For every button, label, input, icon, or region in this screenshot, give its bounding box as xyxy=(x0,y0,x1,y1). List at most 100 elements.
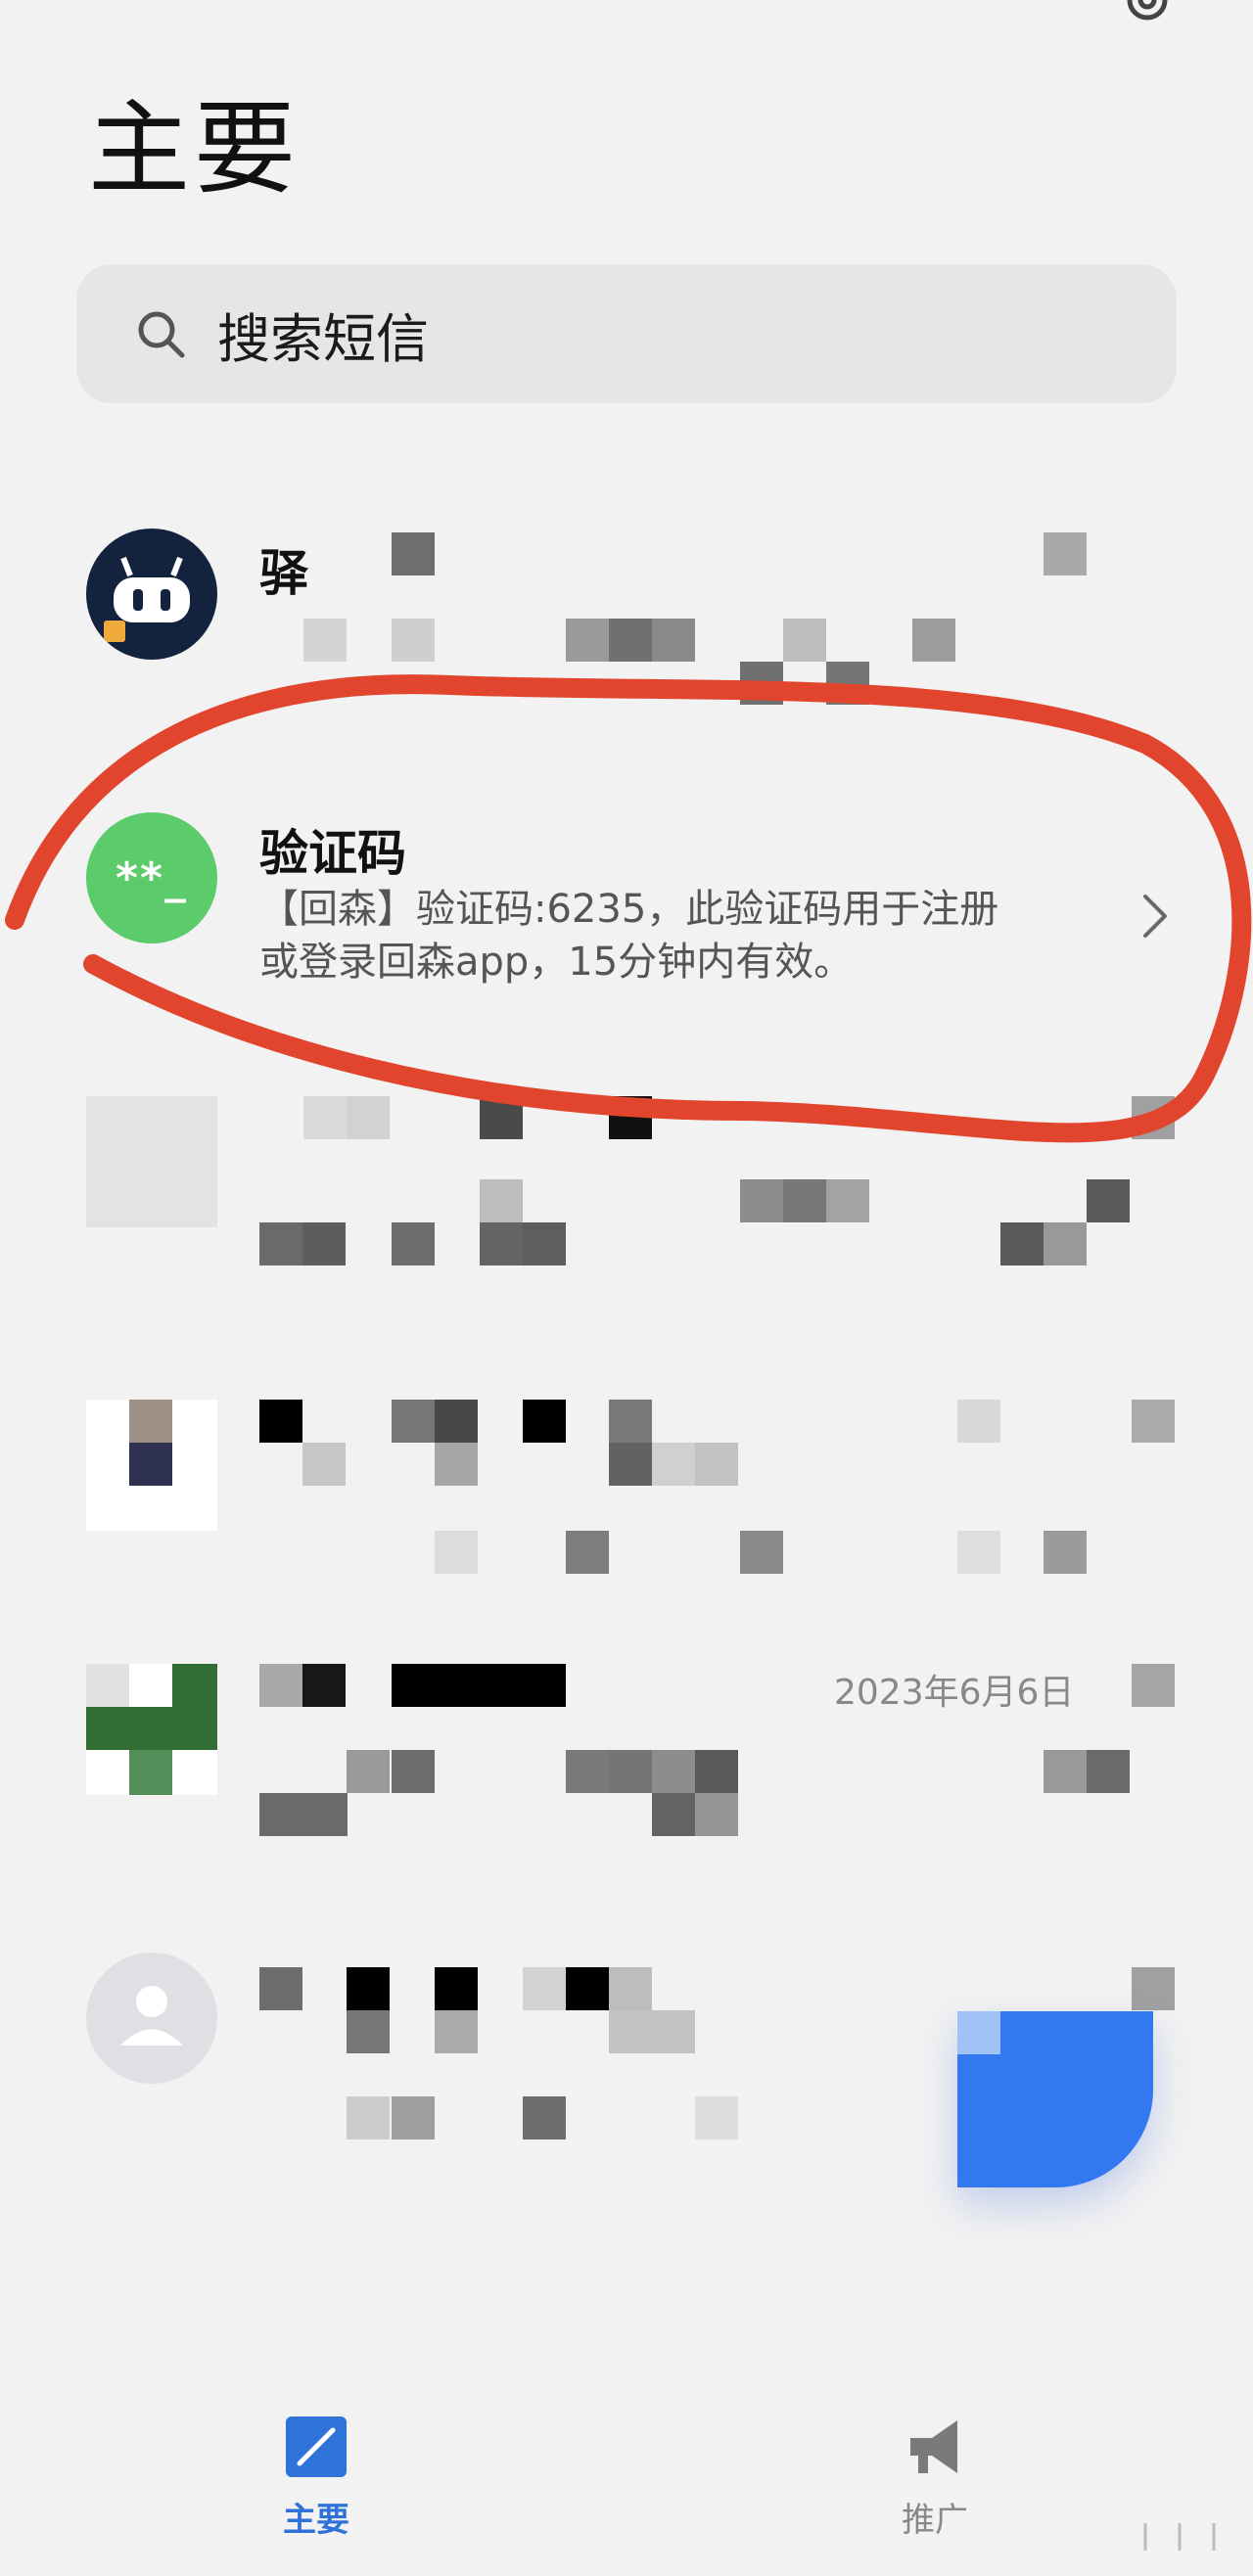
robot-avatar-icon xyxy=(104,556,190,642)
search-placeholder: 搜索短信 xyxy=(217,307,429,370)
redacted-block xyxy=(302,1664,346,1707)
redacted-block xyxy=(1087,1750,1130,1793)
redacted-block xyxy=(302,1443,346,1486)
redacted-block xyxy=(347,2096,390,2139)
redacted-block xyxy=(783,1179,826,1222)
redacted-block xyxy=(435,1531,478,1574)
redacted-block xyxy=(652,1750,695,1793)
redacted-block xyxy=(1044,1531,1087,1574)
redacted-block xyxy=(1044,532,1087,575)
conversation-row[interactable] xyxy=(0,1091,1253,1287)
redacted-block xyxy=(652,1793,695,1836)
redacted-block xyxy=(480,1096,523,1139)
redacted-block xyxy=(1044,1222,1087,1265)
redacted-block xyxy=(392,619,435,662)
nav-tab-promo[interactable]: 推广 xyxy=(837,2413,1033,2541)
redacted-block xyxy=(609,1750,652,1793)
redacted-block xyxy=(259,1664,302,1707)
conversation-preview: 【回森】验证码:6235，此验证码用于注册 或登录回森app，15分钟内有效。 xyxy=(259,883,1101,989)
redacted-block xyxy=(1132,1400,1175,1443)
redacted-block xyxy=(695,1793,738,1836)
redacted-block xyxy=(347,1967,390,2010)
redacted-block xyxy=(259,1967,302,2010)
redacted-block xyxy=(1132,1096,1175,1139)
redacted-block xyxy=(695,1750,738,1793)
nav-label-promo: 推广 xyxy=(902,2501,968,2540)
redacted-block xyxy=(1000,1222,1044,1265)
redacted-block xyxy=(347,2010,390,2053)
redacted-block xyxy=(480,1222,523,1265)
redacted-block xyxy=(652,1443,695,1486)
redacted-block xyxy=(480,1179,523,1222)
redacted-block xyxy=(783,619,826,662)
search-icon xyxy=(138,311,185,358)
avatar xyxy=(86,529,217,660)
search-bar[interactable]: 搜索短信 xyxy=(76,264,1177,403)
system-nav-icon xyxy=(1143,2523,1216,2551)
page-title: 主要 xyxy=(88,89,301,208)
redacted-block xyxy=(957,1531,1000,1574)
conversation-row-verification[interactable]: **_ 验证码 【回森】验证码:6235，此验证码用于注册 或登录回森app，1… xyxy=(0,803,1253,998)
conversation-name: 驿 xyxy=(259,545,308,602)
redacted-block xyxy=(435,1443,478,1486)
avatar-text: **_ xyxy=(115,852,189,903)
redacted-block xyxy=(652,619,695,662)
redacted-block xyxy=(957,1400,1000,1443)
nav-label-main: 主要 xyxy=(283,2501,349,2540)
compose-button-edge xyxy=(957,2011,1000,2054)
bottom-nav: 主要 推广 xyxy=(0,2378,1253,2576)
redacted-block xyxy=(347,1750,390,1793)
redacted-block xyxy=(523,1967,566,2010)
redacted-block xyxy=(566,1750,609,1793)
redacted-block xyxy=(826,662,869,705)
redacted-block xyxy=(392,2096,435,2139)
redacted-block xyxy=(609,2010,695,2053)
redacted-block xyxy=(259,1793,348,1836)
redacted-block xyxy=(609,1096,652,1139)
redacted-block xyxy=(566,1531,609,1574)
redacted-block xyxy=(392,532,435,575)
avatar xyxy=(86,1953,217,2084)
megaphone-icon xyxy=(910,2420,957,2473)
redacted-block xyxy=(523,2096,566,2139)
redacted-block xyxy=(695,1443,738,1486)
redacted-block xyxy=(259,1222,302,1265)
redacted-block xyxy=(740,1531,783,1574)
conversation-row[interactable]: 2023年6月6日 xyxy=(0,1664,1253,1860)
conversation-row[interactable]: 驿 xyxy=(0,509,1253,705)
redacted-block xyxy=(435,1400,478,1443)
avatar: **_ xyxy=(86,812,217,943)
chevron-right-icon xyxy=(1143,895,1167,938)
avatar xyxy=(86,1664,217,1795)
redacted-block xyxy=(259,1400,302,1443)
gear-icon[interactable] xyxy=(1120,0,1175,27)
conversation-row[interactable] xyxy=(0,1400,1253,1595)
redacted-block xyxy=(392,1750,435,1793)
redacted-block xyxy=(435,1967,478,2010)
redacted-block xyxy=(609,1443,652,1486)
redacted-block xyxy=(303,619,347,662)
redacted-block xyxy=(609,1967,652,2010)
nav-tab-main[interactable]: 主要 xyxy=(218,2413,414,2541)
redacted-block xyxy=(392,1222,435,1265)
redacted-block xyxy=(566,1967,609,2010)
redacted-block xyxy=(347,1096,390,1139)
person-icon xyxy=(120,1986,183,2046)
redacted-block xyxy=(1132,1664,1175,1707)
redacted-block xyxy=(392,1400,435,1443)
conversation-date: 2023年6月6日 xyxy=(834,1673,1075,1713)
redacted-block xyxy=(523,1400,566,1443)
avatar xyxy=(86,1096,217,1227)
compose-icon xyxy=(286,2416,347,2477)
redacted-block xyxy=(826,1179,869,1222)
conversation-name: 验证码 xyxy=(259,825,406,882)
redacted-block xyxy=(740,1179,783,1222)
redacted-block xyxy=(302,1222,346,1265)
redacted-block xyxy=(740,662,783,705)
preview-line: 【回森】验证码:6235，此验证码用于注册 xyxy=(259,887,999,932)
redacted-block xyxy=(695,2096,738,2139)
redacted-block xyxy=(912,619,955,662)
redacted-block xyxy=(303,1096,347,1139)
redacted-block xyxy=(566,619,609,662)
redacted-block xyxy=(1132,1967,1175,2010)
